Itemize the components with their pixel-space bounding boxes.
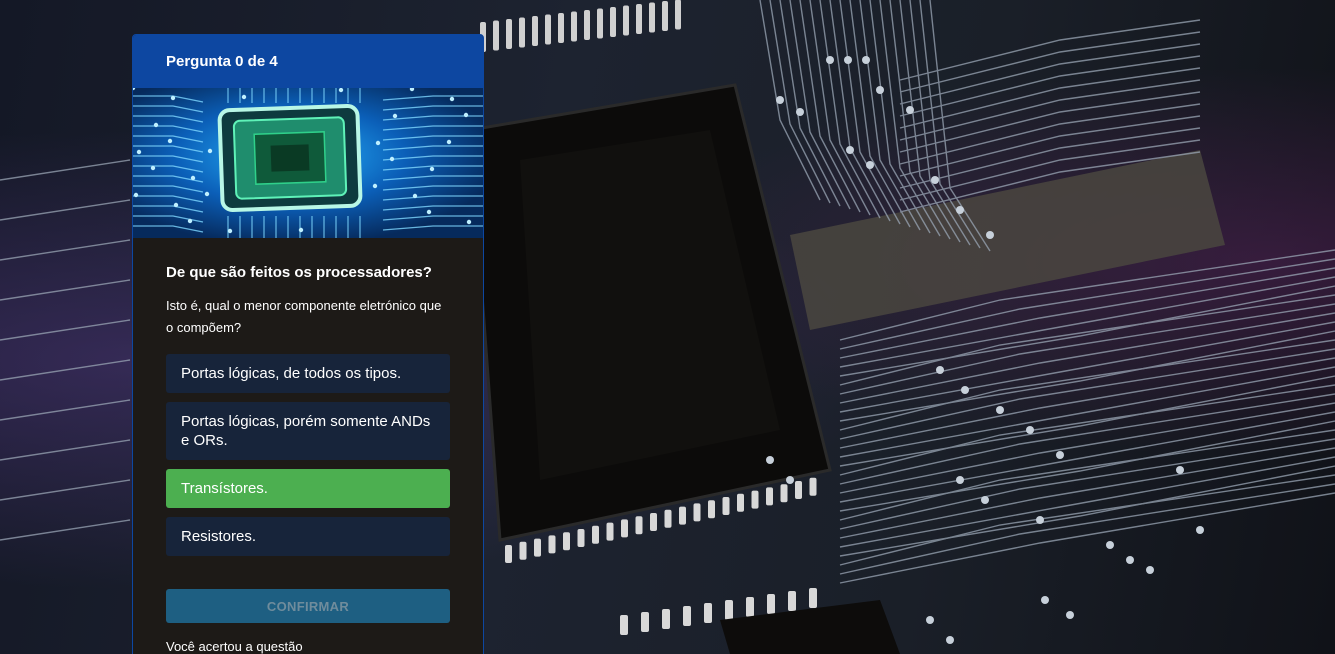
answer-option-2[interactable]: Portas lógicas, porém somente ANDs e ORs… [166, 402, 450, 460]
processor-chip-image [133, 88, 483, 238]
question-description: Isto é, qual o menor componente eletróni… [166, 298, 442, 335]
question-counter: Pergunta 0 de 4 [133, 35, 483, 88]
answer-option-3[interactable]: Transístores. [166, 469, 450, 508]
answer-option-1[interactable]: Portas lógicas, de todos os tipos. [166, 354, 450, 393]
answer-options: Portas lógicas, de todos os tipos. Porta… [166, 354, 450, 556]
quiz-card: Pergunta 0 de 4 De que são feitos os pro… [132, 34, 484, 654]
confirm-button[interactable]: Confirmar [166, 589, 450, 623]
feedback-message: Você acertou a questão [166, 639, 303, 654]
answer-option-4[interactable]: Resistores. [166, 517, 450, 556]
question-title: De que são feitos os processadores? [166, 264, 432, 281]
processor-chip-icon [133, 88, 483, 238]
